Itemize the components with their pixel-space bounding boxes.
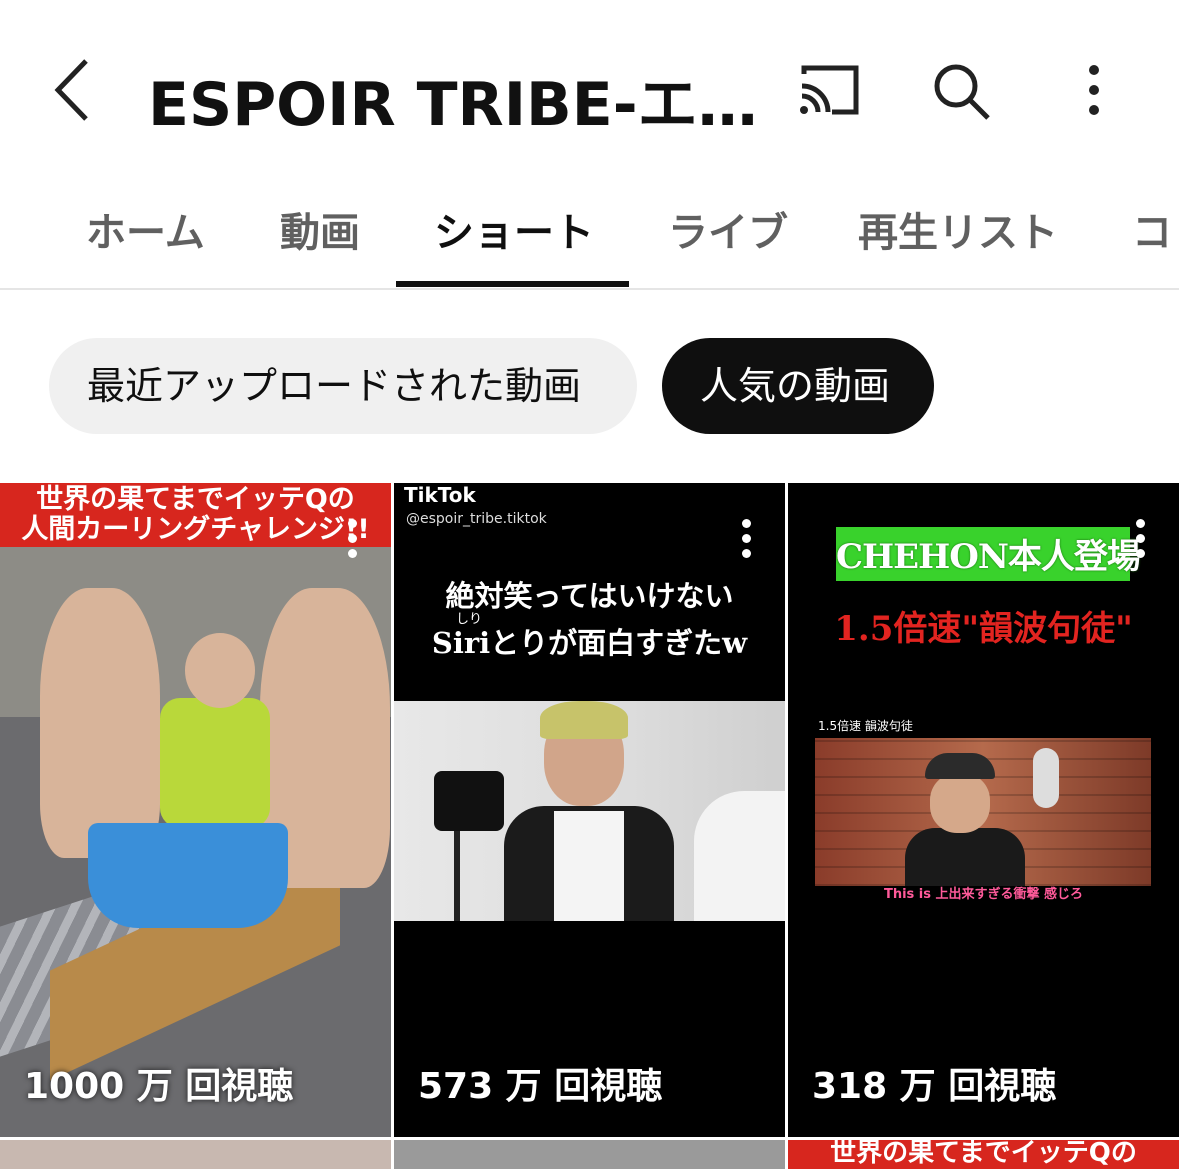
- cast-icon[interactable]: [796, 62, 862, 118]
- small-label: 1.5倍速 韻波句徒: [818, 719, 913, 733]
- channel-title: ESPOIR TRIBE-エ…: [148, 70, 758, 140]
- thumbnail-face: [185, 633, 255, 708]
- active-tab-indicator: [396, 281, 629, 287]
- thumbnail-rapper: [905, 753, 1025, 886]
- thumbnail-camera: [434, 771, 504, 831]
- more-options-icon[interactable]: [1076, 62, 1112, 118]
- tiktok-handle: @espoir_tribe.tiktok: [406, 511, 547, 527]
- peek-caption: 世界の果てまでイッテQの: [830, 1140, 1137, 1168]
- short-more-icon[interactable]: [740, 519, 752, 563]
- microphone-icon: [1033, 748, 1059, 808]
- thumbnail-body: [905, 828, 1025, 886]
- thumbnail-life-vest: [160, 698, 270, 828]
- chip-latest-uploads[interactable]: 最近アップロードされた動画: [49, 338, 637, 434]
- thumbnail-cap: [925, 753, 995, 779]
- short-tile-peek[interactable]: [394, 1140, 785, 1169]
- short-tile-1[interactable]: 世界の果てまでイッテQの 人間カーリングチャレンジ!! 1000 万 回視聴: [0, 483, 391, 1137]
- thumbnail-studio: [815, 738, 1151, 886]
- thumbnail-tripod: [454, 831, 460, 921]
- view-count: 573 万 回視聴: [418, 1066, 663, 1107]
- back-arrow-icon[interactable]: [48, 55, 98, 125]
- top-app-bar: ESPOIR TRIBE-エ…: [0, 0, 1179, 175]
- thumbnail-blue-tub: [88, 823, 288, 928]
- caption-line-2: Siriとりが面白すぎたw: [431, 626, 748, 660]
- tiktok-logo-text: TikTok: [404, 483, 476, 507]
- chip-popular[interactable]: 人気の動画: [662, 338, 934, 434]
- thumbnail-hair: [540, 701, 628, 739]
- caption-line-1: 絶対笑ってはいけない: [445, 579, 734, 613]
- tab-community[interactable]: コ: [1132, 200, 1172, 258]
- tab-playlists[interactable]: 再生リスト: [858, 200, 1058, 258]
- tab-live[interactable]: ライブ: [668, 200, 788, 258]
- short-tile-peek[interactable]: [0, 1140, 391, 1169]
- channel-tabs: ホーム 動画 ショート ライブ 再生リスト コ: [0, 176, 1179, 290]
- short-more-icon[interactable]: [346, 519, 358, 563]
- caption-line-2: 人間カーリングチャレンジ!!: [21, 514, 370, 545]
- view-count: 318 万 回視聴: [812, 1066, 1057, 1107]
- search-icon[interactable]: [930, 60, 992, 122]
- tab-videos[interactable]: 動画: [280, 200, 360, 258]
- tab-shorts[interactable]: ショート: [434, 200, 594, 258]
- short-tile-2[interactable]: TikTok @espoir_tribe.tiktok 絶対笑ってはいけない し…: [394, 483, 785, 1137]
- short-more-icon[interactable]: [1134, 519, 1146, 563]
- view-count: 1000 万 回視聴: [24, 1066, 294, 1107]
- tab-home[interactable]: ホーム: [86, 200, 205, 258]
- shorts-grid: 世界の果てまでイッテQの 人間カーリングチャレンジ!! 1000 万 回視聴 T…: [0, 483, 1179, 1169]
- video-subtitle: This is 上出来すぎる衝撃 感じろ: [883, 887, 1084, 902]
- short-tile-3[interactable]: CHEHON本人登場 1.5倍速"韻波句徒" 1.5倍速 韻波句徒 This i…: [788, 483, 1179, 1137]
- thumbnail-face: [930, 773, 990, 833]
- red-title: 1.5倍速"韻波句徒": [834, 609, 1133, 649]
- thumbnail-person: [694, 791, 785, 921]
- thumbnail-person: [40, 588, 160, 858]
- thumbnail-scene: [394, 701, 785, 921]
- green-title: CHEHON本人登場: [836, 537, 1141, 577]
- thumbnail-shirt: [554, 811, 624, 921]
- short-tile-peek[interactable]: 世界の果てまでイッテQの: [788, 1140, 1179, 1169]
